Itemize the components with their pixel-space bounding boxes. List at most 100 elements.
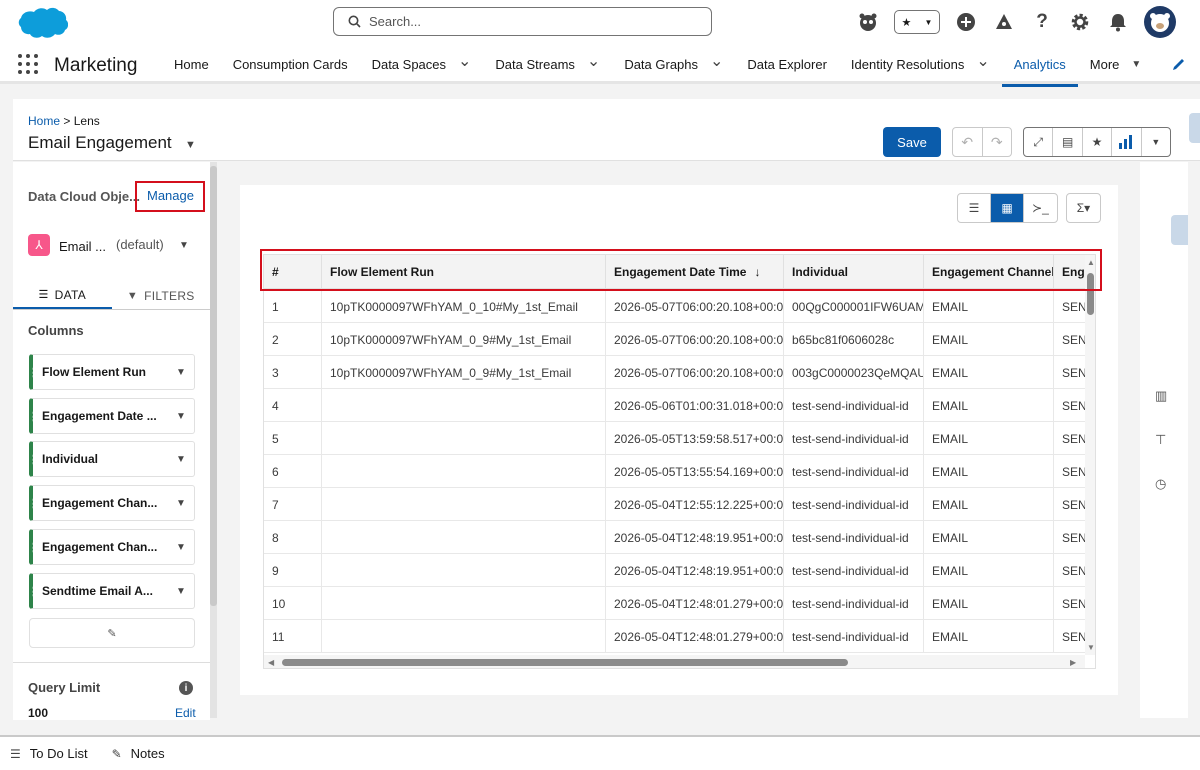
- column-pill[interactable]: ⋮ Flow Element Run ▼: [28, 354, 195, 390]
- redo-icon[interactable]: ↷: [983, 128, 1012, 156]
- more-actions-chevron-icon[interactable]: ▼: [1142, 128, 1170, 156]
- nav-item[interactable]: Data Explorer: [735, 44, 838, 84]
- query-mode-icon[interactable]: ≻_: [1024, 194, 1057, 222]
- drag-handle-icon[interactable]: ⋮: [28, 541, 39, 554]
- horizontal-scroll-thumb[interactable]: [282, 659, 848, 666]
- title-menu-chevron-icon[interactable]: ▼: [185, 139, 196, 151]
- nav-item-label: Data Streams: [495, 56, 575, 72]
- chart-type-icon[interactable]: [1112, 128, 1142, 156]
- chevron-down-icon[interactable]: ⌄: [587, 51, 600, 71]
- global-actions-icon[interactable]: [954, 10, 978, 34]
- notes-button[interactable]: ✎ Notes: [112, 746, 165, 761]
- todo-list-button[interactable]: ☰ To Do List: [10, 746, 88, 761]
- chevron-down-icon[interactable]: ⌄: [710, 51, 723, 71]
- table-cell: 4: [264, 389, 322, 422]
- sum-totals-icon[interactable]: Σ▾: [1067, 194, 1100, 222]
- table-horizontal-scrollbar[interactable]: ◀ ▶: [264, 655, 1085, 668]
- nav-item[interactable]: Analytics: [1001, 44, 1078, 87]
- nav-item[interactable]: Data Spaces ⌄: [360, 44, 484, 84]
- column-pill[interactable]: ⋮ Engagement Chan... ▼: [28, 529, 195, 565]
- nav-item[interactable]: Consumption Cards: [221, 44, 360, 84]
- drag-handle-icon[interactable]: ⋮: [28, 585, 39, 598]
- chevron-down-icon[interactable]: ⌄: [458, 51, 471, 71]
- app-launcher-icon[interactable]: [18, 54, 38, 74]
- table-vertical-scrollbar[interactable]: ▲ ▼: [1085, 255, 1095, 655]
- format-paint-roller-icon[interactable]: ⊤: [1155, 432, 1166, 448]
- history-clock-icon[interactable]: ◷: [1155, 476, 1166, 492]
- chevron-down-icon[interactable]: ▼: [168, 586, 194, 597]
- column-pill[interactable]: ⋮ Sendtime Email A... ▼: [28, 573, 195, 609]
- help-icon[interactable]: ?: [1030, 10, 1054, 34]
- drag-handle-icon[interactable]: ⋮: [28, 410, 39, 423]
- edit-columns-button[interactable]: ✎: [29, 618, 195, 648]
- chevron-down-icon[interactable]: ▼: [1131, 59, 1141, 70]
- nav-item[interactable]: Data Streams ⌄: [483, 44, 612, 84]
- nav-item[interactable]: Data Graphs ⌄: [612, 44, 735, 84]
- tab-filters[interactable]: ▼ FILTERS: [112, 282, 211, 309]
- chevron-down-icon[interactable]: ▼: [168, 454, 194, 465]
- table-row[interactable]: 3 10pTK0000097WFhYAM_0_9#My_1st_Email 2026…: [264, 356, 1094, 389]
- tab-data[interactable]: ☰ DATA: [13, 282, 112, 309]
- drag-handle-icon[interactable]: ⋮: [28, 453, 39, 466]
- table-row[interactable]: 6 2026-05-05T13:55:54.169+00:00 test-send-…: [264, 455, 1094, 488]
- table-cell: 2026-05-04T12:48:19.951+00:00: [606, 554, 784, 587]
- nav-item[interactable]: More ▼: [1078, 44, 1154, 84]
- edit-nav-pencil-icon[interactable]: [1172, 57, 1186, 71]
- user-avatar[interactable]: [1144, 6, 1176, 38]
- right-panel-toggle-tab[interactable]: [1171, 215, 1188, 245]
- nav-item[interactable]: Identity Resolutions ⌄: [839, 44, 1002, 84]
- drag-handle-icon[interactable]: ⋮: [28, 497, 39, 510]
- column-pill[interactable]: ⋮ Engagement Chan... ▼: [28, 485, 195, 521]
- table-row[interactable]: 10 2026-05-04T12:48:01.279+00:00 test-send…: [264, 587, 1094, 620]
- chevron-down-icon[interactable]: ▼: [168, 498, 194, 509]
- scroll-down-arrow-icon[interactable]: ▼: [1087, 643, 1095, 652]
- info-icon[interactable]: i: [179, 681, 193, 695]
- chevron-down-icon[interactable]: ▼: [168, 542, 194, 553]
- breadcrumb-home-link[interactable]: Home: [28, 114, 60, 128]
- table-cell: [322, 455, 606, 488]
- scroll-left-arrow-icon[interactable]: ◀: [268, 658, 274, 667]
- object-chevron-down-icon[interactable]: ▼: [179, 240, 189, 251]
- table-row[interactable]: 11 2026-05-04T12:48:01.279+00:00 test-send…: [264, 620, 1094, 653]
- undo-icon[interactable]: ↶: [953, 128, 983, 156]
- column-pill-label: Individual: [42, 452, 99, 466]
- favorites-button[interactable]: ★ ▼: [894, 10, 940, 34]
- table-row[interactable]: 8 2026-05-04T12:48:19.951+00:00 test-send-…: [264, 521, 1094, 554]
- save-button[interactable]: Save: [883, 127, 941, 157]
- fullscreen-icon[interactable]: ⤢: [1024, 128, 1054, 156]
- table-row[interactable]: 4 2026-05-06T01:00:31.018+00:00 test-send-…: [264, 389, 1094, 422]
- table-view-icon[interactable]: ▦: [991, 194, 1024, 222]
- trailhead-icon[interactable]: [992, 10, 1016, 34]
- nav-item[interactable]: Home: [162, 44, 221, 84]
- notifications-bell-icon[interactable]: [1106, 10, 1130, 34]
- chevron-down-icon[interactable]: ▼: [168, 367, 194, 378]
- scroll-right-arrow-icon[interactable]: ▶: [1070, 658, 1076, 667]
- table-row[interactable]: 5 2026-05-05T13:59:58.517+00:00 test-send-…: [264, 422, 1094, 455]
- chevron-down-icon[interactable]: ⌄: [976, 51, 989, 71]
- table-row[interactable]: 9 2026-05-04T12:48:19.951+00:00 test-send-…: [264, 554, 1094, 587]
- object-name[interactable]: Email ...: [59, 239, 106, 254]
- table-cell: 10pTK0000097WFhYAM_0_9#My_1st_Email: [322, 356, 606, 389]
- gear-icon[interactable]: [1068, 10, 1092, 34]
- table-row[interactable]: 7 2026-05-04T12:55:12.225+00:00 test-send-…: [264, 488, 1094, 521]
- column-pill[interactable]: ⋮ Engagement Date ... ▼: [28, 398, 195, 434]
- chevron-down-icon[interactable]: ▼: [168, 411, 194, 422]
- object-default-label: (default): [116, 237, 164, 252]
- astro-icon[interactable]: [856, 10, 880, 34]
- global-search-input[interactable]: Search...: [333, 7, 712, 36]
- bar-view-icon[interactable]: ☰: [958, 194, 991, 222]
- favorite-star-icon[interactable]: ★: [1083, 128, 1113, 156]
- table-row[interactable]: 2 10pTK0000097WFhYAM_0_9#My_1st_Email 2026…: [264, 323, 1094, 356]
- tab-data-label: DATA: [54, 287, 87, 302]
- global-header: Search... ★ ▼ ?: [0, 0, 1200, 44]
- drag-handle-icon[interactable]: ⋮: [28, 366, 39, 379]
- table-row[interactable]: 1 10pTK0000097WFhYAM_0_10#My_1st_Email 202…: [264, 290, 1094, 323]
- table-cell: EMAIL: [924, 587, 1054, 620]
- sidebar-scrollbar[interactable]: [210, 162, 217, 718]
- salesforce-cloud-logo[interactable]: [10, 6, 68, 44]
- query-limit-edit-link[interactable]: Edit: [175, 706, 196, 720]
- chart-properties-icon[interactable]: ▥: [1155, 388, 1167, 404]
- column-pill[interactable]: ⋮ Individual ▼: [28, 441, 195, 477]
- dashboard-layout-icon[interactable]: ▤: [1053, 128, 1083, 156]
- collapse-panel-tab[interactable]: [1189, 113, 1200, 143]
